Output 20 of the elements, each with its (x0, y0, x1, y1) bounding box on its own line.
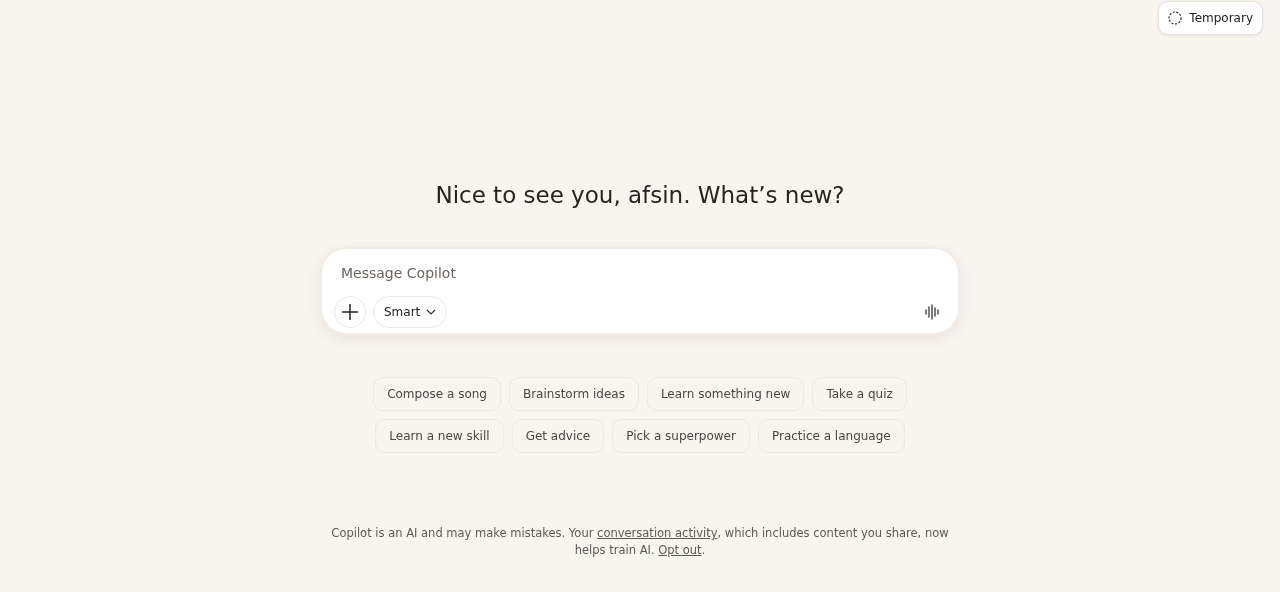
disclaimer-text: Copilot is an AI and may make mistakes. Your conversation activity, which includes content you share, now helps train AI. Opt out. (330, 525, 950, 559)
temporary-button[interactable]: Temporary (1158, 1, 1263, 35)
suggestion-chip[interactable]: Practice a language (757, 419, 905, 453)
suggestion-chip[interactable]: Learn something new (646, 377, 805, 411)
plus-icon (341, 303, 359, 321)
suggestion-chip[interactable]: Take a quiz (812, 377, 907, 411)
add-button[interactable] (334, 296, 366, 328)
message-field[interactable]: Message Copilot (339, 262, 946, 284)
caret-icon (426, 309, 437, 315)
suggestion-chip[interactable]: Get advice (511, 419, 605, 453)
voice-icon[interactable] (924, 304, 940, 320)
suggestion-chip[interactable]: Compose a song (373, 377, 501, 411)
greeting-heading: Nice to see you, afsin. What’s new? (435, 181, 845, 210)
mode-dropdown[interactable]: Smart (373, 296, 448, 328)
suggestion-chip[interactable]: Learn a new skill (375, 419, 504, 453)
suggestion-chip[interactable]: Pick a superpower (612, 419, 750, 453)
disclaimer-link[interactable]: conversation activity (597, 526, 718, 540)
suggestion-chip[interactable]: Brainstorm ideas (508, 377, 639, 411)
dashed-circle-icon (1168, 11, 1183, 25)
disclaimer-link[interactable]: Opt out (658, 543, 702, 557)
